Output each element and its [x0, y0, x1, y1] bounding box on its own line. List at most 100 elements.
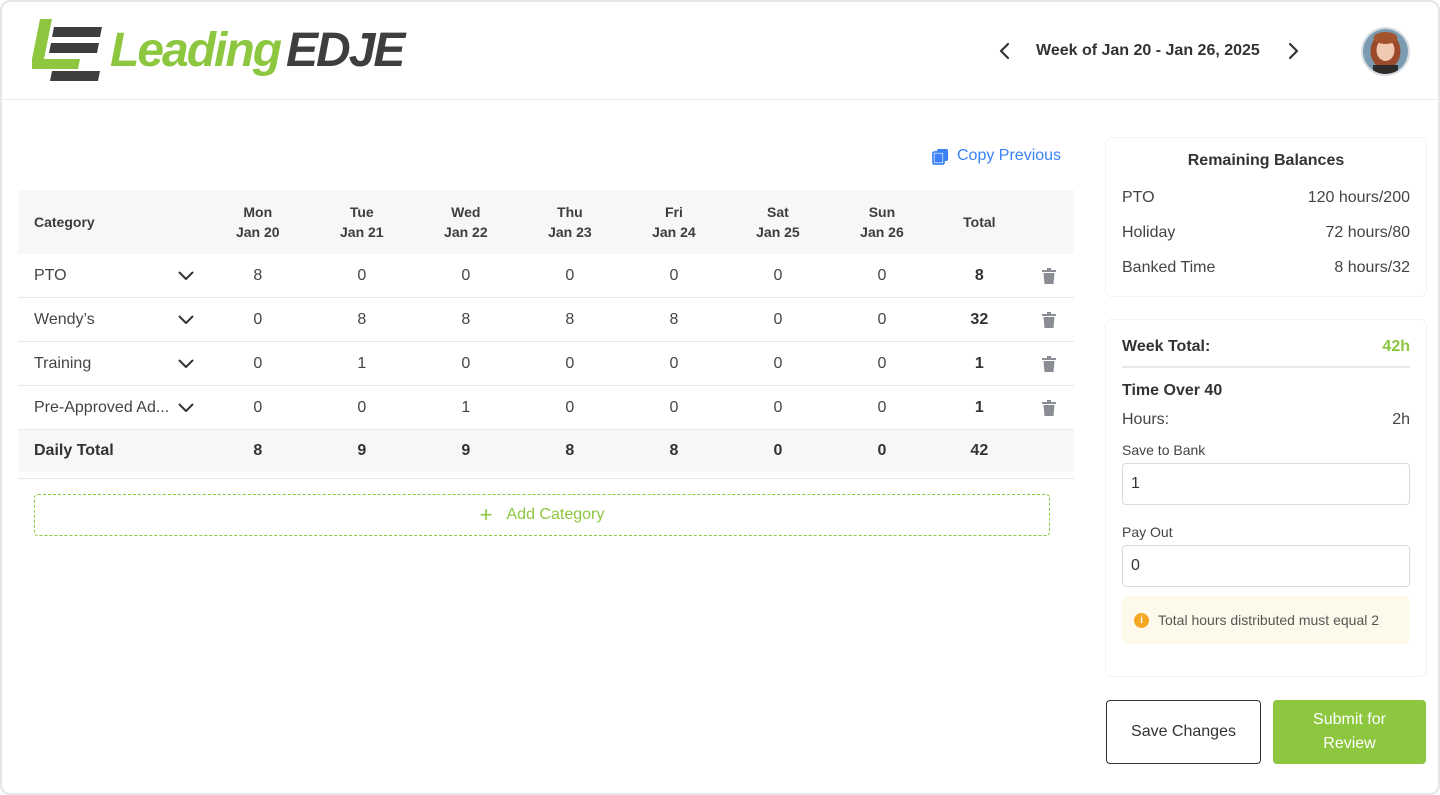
hours-cell[interactable]: 0 — [414, 355, 518, 373]
column-header-mon: Mon Jan 20 — [235, 204, 280, 240]
plus-icon: + — [479, 502, 493, 527]
hours-cell[interactable]: 0 — [206, 311, 310, 329]
header: Leading EDJE Week of Jan 20 - Jan 26, 202… — [2, 2, 1438, 100]
table-row: Wendy’s 0 8 8 8 8 0 0 32 — [18, 298, 1074, 342]
week-total: Week Total: 42h — [1122, 338, 1410, 368]
hours-cell[interactable]: 0 — [622, 399, 726, 417]
daily-total-cell: 8 — [565, 442, 575, 459]
chevron-down-icon[interactable] — [178, 271, 194, 281]
hours-cell[interactable]: 0 — [830, 399, 934, 417]
balance-value: 8 hours/32 — [1334, 259, 1410, 276]
save-changes-button[interactable]: Save Changes — [1106, 700, 1261, 764]
hours-cell[interactable]: 0 — [414, 267, 518, 285]
user-avatar[interactable] — [1361, 27, 1410, 76]
timesheet-table: Category Mon Jan 20 Tue Jan 21 Wed Jan 22 T… — [18, 190, 1074, 472]
balance-label: Banked Time — [1122, 259, 1216, 276]
category-select[interactable]: Pre-Approved Ad... — [18, 399, 206, 417]
week-total-value: 42h — [1382, 338, 1410, 355]
pay-out-label: Pay Out — [1122, 524, 1173, 540]
hours-cell[interactable]: 0 — [726, 267, 830, 285]
balance-value: 72 hours/80 — [1325, 224, 1410, 241]
row-total: 1 — [974, 398, 984, 416]
week-summary-card: Week Total: 42h Time Over 40 Hours: 2h S… — [1106, 320, 1426, 676]
balance-row-banked-time: Banked Time 8 hours/32 — [1122, 259, 1410, 277]
remaining-balances-card: Remaining Balances PTO 120 hours/200 Hol… — [1106, 138, 1426, 296]
category-select[interactable]: PTO — [18, 267, 206, 285]
hours-cell[interactable]: 0 — [726, 355, 830, 373]
category-select[interactable]: Training — [18, 355, 206, 373]
table-row: Training 0 1 0 0 0 0 0 1 — [18, 342, 1074, 386]
hours-cell[interactable]: 8 — [518, 311, 622, 329]
balance-label: PTO — [1122, 189, 1155, 206]
balance-label: Holiday — [1122, 224, 1176, 241]
chevron-down-icon[interactable] — [178, 403, 194, 413]
table-row: PTO 8 0 0 0 0 0 0 8 — [18, 254, 1074, 298]
chevron-down-icon[interactable] — [178, 315, 194, 325]
balance-row-pto: PTO 120 hours/200 — [1122, 189, 1410, 207]
row-total: 1 — [974, 354, 984, 372]
add-category-button[interactable]: + Add Category — [34, 494, 1050, 536]
app-frame: Leading EDJE Week of Jan 20 - Jan 26, 202… — [0, 0, 1440, 795]
category-label: Training — [34, 354, 92, 372]
chevron-left-icon[interactable] — [992, 39, 1016, 63]
daily-total-cell: 0 — [877, 442, 887, 459]
logo-mark-icon — [32, 19, 102, 83]
overtime-hours-value: 2h — [1392, 411, 1410, 428]
trash-icon[interactable] — [1042, 267, 1057, 284]
overtime-hours: Hours: 2h — [1122, 411, 1410, 429]
logo-word-edje: EDJE — [286, 24, 405, 77]
hours-cell[interactable]: 0 — [830, 267, 934, 285]
hours-cell[interactable]: 0 — [830, 311, 934, 329]
hours-cell[interactable]: 0 — [726, 311, 830, 329]
hours-cell[interactable]: 0 — [726, 399, 830, 417]
trash-icon[interactable] — [1042, 399, 1057, 416]
column-header-category: Category — [34, 214, 95, 230]
hours-cell[interactable]: 8 — [206, 267, 310, 285]
logo-wordmark: Leading EDJE — [110, 24, 405, 77]
table-row: Pre-Approved Ad... 0 0 1 0 0 0 0 1 — [18, 386, 1074, 430]
trash-icon[interactable] — [1042, 311, 1057, 328]
column-header-sat: Sat Jan 25 — [756, 204, 800, 240]
daily-total-cell: 8 — [669, 442, 679, 459]
trash-icon[interactable] — [1042, 355, 1057, 372]
chevron-right-icon[interactable] — [1282, 39, 1306, 63]
daily-total-cell: 9 — [357, 442, 367, 459]
save-to-bank-input[interactable] — [1122, 463, 1410, 505]
hours-cell[interactable]: 1 — [414, 399, 518, 417]
hours-cell[interactable]: 0 — [622, 355, 726, 373]
divider — [18, 478, 1074, 479]
submit-for-review-button[interactable]: Submit for Review — [1273, 700, 1426, 764]
balance-row-holiday: Holiday 72 hours/80 — [1122, 224, 1410, 242]
column-header-fri: Fri Jan 24 — [652, 204, 696, 240]
hours-cell[interactable]: 8 — [414, 311, 518, 329]
distribution-notice: i Total hours distributed must equal 2 — [1122, 596, 1410, 644]
column-header-total: Total — [963, 214, 996, 230]
hours-cell[interactable]: 8 — [622, 311, 726, 329]
category-select[interactable]: Wendy’s — [18, 311, 206, 329]
hours-cell[interactable]: 0 — [310, 399, 414, 417]
copy-icon — [932, 148, 948, 165]
hours-cell[interactable]: 0 — [206, 399, 310, 417]
column-header-wed: Wed Jan 22 — [444, 204, 488, 240]
chevron-down-icon[interactable] — [178, 359, 194, 369]
add-category-label: Add Category — [506, 506, 605, 523]
hours-cell[interactable]: 0 — [518, 267, 622, 285]
hours-cell[interactable]: 0 — [206, 355, 310, 373]
hours-cell[interactable]: 0 — [518, 355, 622, 373]
hours-cell[interactable]: 1 — [310, 355, 414, 373]
info-icon: i — [1134, 612, 1149, 628]
daily-total-label: Daily Total — [34, 442, 114, 459]
hours-cell[interactable]: 0 — [518, 399, 622, 417]
week-total-label: Week Total: — [1122, 338, 1211, 355]
overtime-hours-label: Hours: — [1122, 411, 1170, 428]
hours-cell[interactable]: 0 — [310, 267, 414, 285]
hours-cell[interactable]: 0 — [830, 355, 934, 373]
copy-previous-button[interactable]: Copy Previous — [932, 147, 1061, 165]
week-label: Week of Jan 20 - Jan 26, 2025 — [1036, 42, 1260, 59]
hours-cell[interactable]: 0 — [622, 267, 726, 285]
pay-out-input[interactable] — [1122, 545, 1410, 587]
copy-previous-label: Copy Previous — [957, 147, 1062, 164]
hours-cell[interactable]: 8 — [310, 311, 414, 329]
table-header: Category Mon Jan 20 Tue Jan 21 Wed Jan 22 T… — [18, 190, 1074, 254]
balance-value: 120 hours/200 — [1307, 189, 1410, 206]
